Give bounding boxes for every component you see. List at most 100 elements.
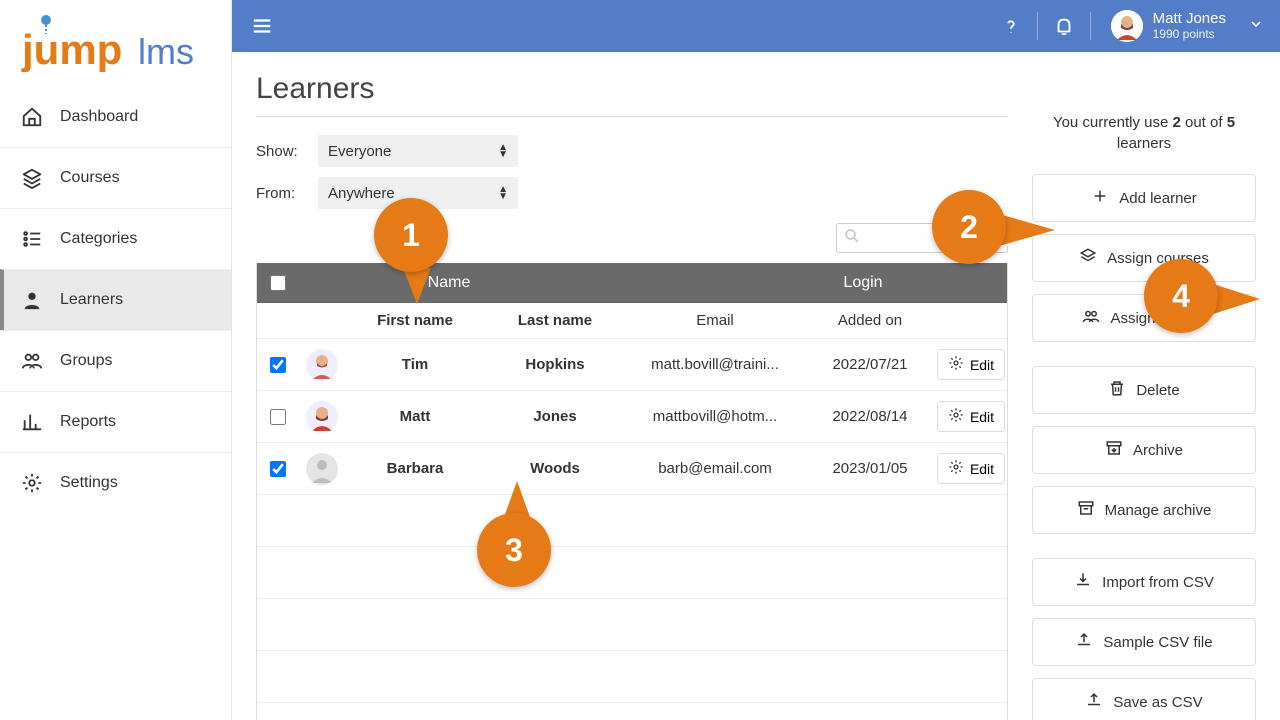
save-csv-button[interactable]: Save as CSV [1032,678,1256,720]
people-icon [1082,307,1100,329]
table-row: Matt Jones mattbovill@hotm... 2022/08/14… [257,391,1007,443]
table-row: Tim Hopkins matt.bovill@traini... 2022/0… [257,339,1007,391]
download-icon [1074,571,1092,593]
sidebar-item-groups[interactable]: Groups [0,330,231,391]
empty-row [257,599,1007,651]
actions-panel: You currently use 2 out of 5 learners Ad… [1032,72,1256,720]
people-icon [20,349,44,373]
archive-icon [1105,439,1123,461]
search-icon [843,227,861,250]
row-checkbox[interactable] [270,461,286,477]
assign-courses-button[interactable]: Assign courses [1032,234,1256,282]
gear-icon [20,471,44,495]
edit-button[interactable]: Edit [937,401,1005,432]
filter-from-value: Anywhere [328,185,395,202]
column-last-name[interactable]: Last name [485,312,625,329]
sidebar-item-settings[interactable]: Settings [0,452,231,513]
avatar [306,349,338,381]
edit-label: Edit [970,409,994,425]
upload-icon [1075,631,1093,653]
cell-last-name: Hopkins [485,356,625,373]
sort-icon: ▲▼ [498,144,508,158]
import-csv-button[interactable]: Import from CSV [1032,558,1256,606]
sidebar-item-learners[interactable]: Learners [0,269,231,330]
filters: Show: Everyone ▲▼ From: Anywhere ▲▼ [256,135,1008,209]
cell-added-on: 2022/08/14 [805,408,935,425]
sidebar-item-label: Categories [60,230,137,248]
empty-row [257,547,1007,599]
filter-show-select[interactable]: Everyone ▲▼ [318,135,518,167]
cell-last-name: Jones [485,408,625,425]
edit-button[interactable]: Edit [937,349,1005,380]
callout-pointer [999,214,1055,246]
column-group-login[interactable]: Login [599,274,1007,292]
sidebar-item-dashboard[interactable]: Dashboard [0,87,231,147]
column-added-on[interactable]: Added on [805,312,935,329]
callout-2: 2 [932,190,1006,264]
cell-added-on: 2022/07/21 [805,356,935,373]
add-learner-button[interactable]: Add learner [1032,174,1256,222]
sidebar-item-label: Settings [60,474,118,492]
column-group-name[interactable]: Name [299,274,599,292]
cell-first-name: Barbara [345,460,485,477]
upload-icon [1085,691,1103,713]
main: Matt Jones 1990 points Learners Show: Ev… [232,0,1280,720]
menu-toggle[interactable] [248,12,276,40]
edit-label: Edit [970,357,994,373]
topbar: Matt Jones 1990 points [232,0,1280,52]
gear-icon [948,407,964,426]
sidebar-item-categories[interactable]: Categories [0,208,231,269]
manage-archive-button[interactable]: Manage archive [1032,486,1256,534]
user-meta: Matt Jones 1990 points [1153,11,1226,41]
sample-csv-button[interactable]: Sample CSV file [1032,618,1256,666]
plus-icon [1091,187,1109,209]
bell-icon[interactable] [1052,14,1076,38]
sidebar-item-label: Groups [60,352,112,370]
divider [1037,12,1038,40]
chevron-down-icon [1248,16,1264,37]
stack-icon [20,166,44,190]
sort-icon: ▲▼ [498,186,508,200]
chart-icon [20,410,44,434]
stack-icon [1079,247,1097,269]
user-name: Matt Jones [1153,11,1226,28]
edit-button[interactable]: Edit [937,453,1005,484]
sidebar-item-reports[interactable]: Reports [0,391,231,452]
empty-row [257,495,1007,547]
callout-pointer [504,481,530,517]
page-title: Learners [256,72,1008,106]
filter-show-value: Everyone [328,143,391,160]
filter-show-label: Show: [256,143,308,160]
person-icon [20,288,44,312]
archive-button[interactable]: Archive [1032,426,1256,474]
empty-row [257,703,1007,720]
cell-last-name: Woods [485,460,625,477]
callout-3: 3 [477,513,551,587]
list-icon [20,227,44,251]
column-first-name[interactable]: First name [345,312,485,329]
sidebar-item-label: Dashboard [60,108,138,126]
delete-button[interactable]: Delete [1032,366,1256,414]
sidebar-item-courses[interactable]: Courses [0,147,231,208]
user-menu[interactable]: Matt Jones 1990 points [1105,10,1264,42]
user-points: 1990 points [1153,28,1226,41]
divider [256,116,1008,117]
cell-first-name: Matt [345,408,485,425]
column-email[interactable]: Email [625,312,805,329]
svg-text:lms: lms [138,31,194,72]
edit-label: Edit [970,461,994,477]
gear-icon [948,355,964,374]
cell-email: barb@email.com [625,460,805,477]
usage-text: You currently use 2 out of 5 learners [1032,112,1256,154]
cell-email: mattbovill@hotm... [625,408,805,425]
row-checkbox[interactable] [270,409,286,425]
select-all-checkbox[interactable] [270,275,286,291]
callout-1: 1 [374,198,448,272]
row-checkbox[interactable] [270,357,286,373]
home-icon [20,105,44,129]
brand-logo: jump lms [0,0,231,87]
svg-text:jump: jump [21,26,122,72]
callout-pointer [403,268,431,304]
learners-table: Name Login First name Last name Email Ad… [256,263,1008,720]
help-icon[interactable] [999,14,1023,38]
